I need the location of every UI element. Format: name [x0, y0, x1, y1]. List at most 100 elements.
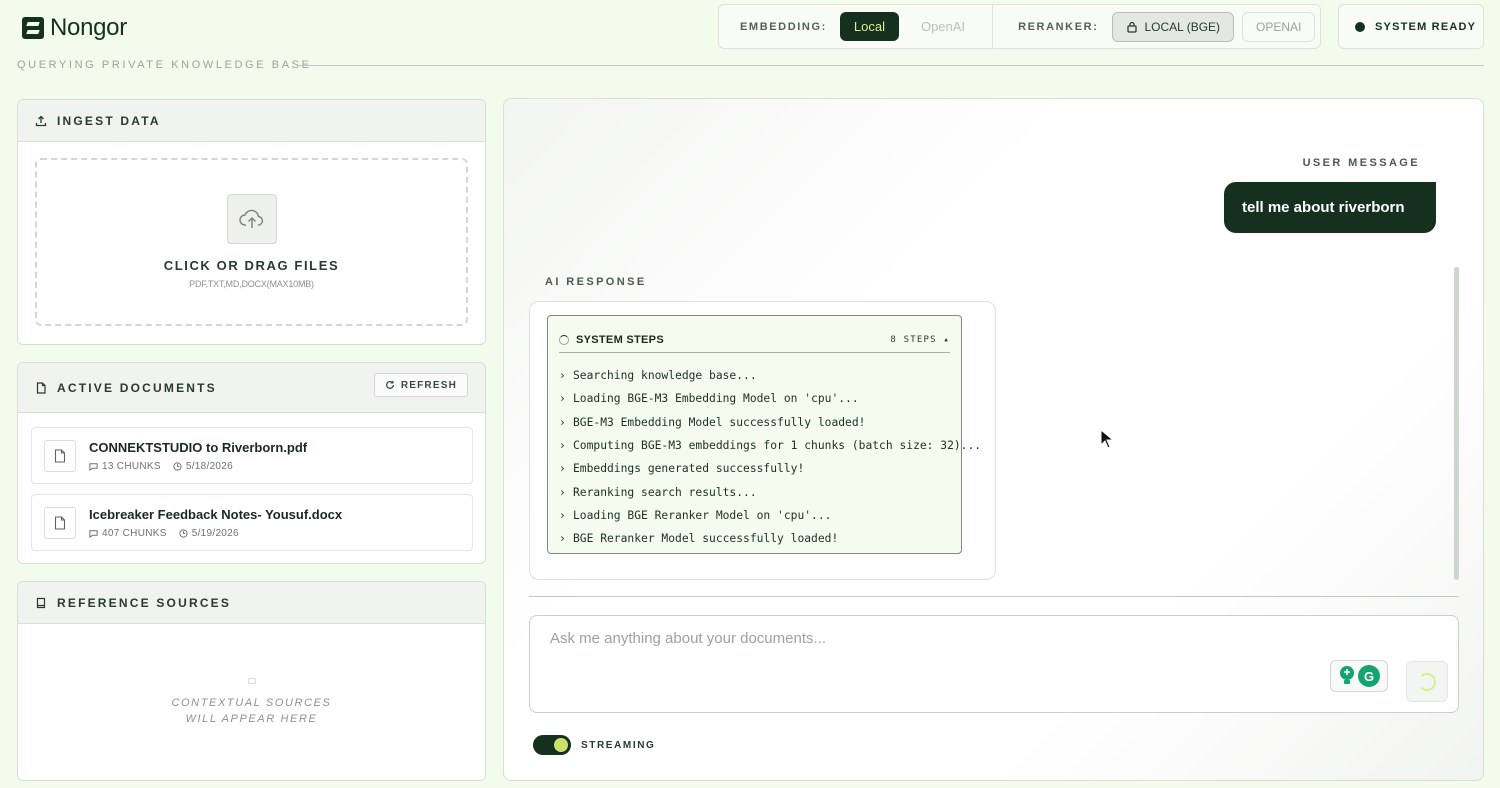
- logo-mark-icon: [22, 17, 44, 39]
- step-item: › BGE-M3 Embedding Model successfully loa…: [559, 411, 981, 434]
- chevron-right-icon: ›: [559, 532, 566, 546]
- chevron-right-icon: ›: [559, 369, 566, 383]
- document-name: CONNEKTSTUDIO to Riverborn.pdf: [89, 439, 308, 455]
- document-date: 5/18/2026: [185, 460, 234, 472]
- chat-input[interactable]: [550, 630, 1310, 647]
- references-header: REFERENCE SOURCES: [18, 582, 485, 624]
- embedding-local-button[interactable]: Local: [839, 12, 899, 41]
- embedding-label: Embedding:: [740, 20, 827, 33]
- step-text: Computing BGE-M3 embeddings for 1 chunks…: [573, 439, 982, 453]
- document-item[interactable]: Icebreaker Feedback Notes- Yousuf.docx 4…: [31, 494, 473, 551]
- chevron-right-icon: ›: [559, 462, 566, 476]
- document-chunks: 13 CHUNKS: [102, 460, 161, 472]
- refresh-label: REFRESH: [400, 379, 457, 391]
- embedding-openai-button[interactable]: OpenAI: [907, 12, 979, 41]
- book-icon: [36, 597, 46, 608]
- step-item: › Computing BGE-M3 embeddings for 1 chunk…: [559, 434, 981, 457]
- reranker-openai-button[interactable]: OPENAI: [1242, 11, 1316, 42]
- dropzone-title: CLICK OR DRAG FILES: [163, 258, 340, 273]
- chat-panel: USER MESSAGE tell me about riverborn AI …: [503, 98, 1484, 781]
- collapse-caret-icon: ▴: [943, 334, 950, 345]
- steps-count-text: 8 STEPS: [890, 334, 937, 345]
- refresh-button[interactable]: REFRESH: [373, 373, 468, 397]
- chat-scroll-thumb[interactable]: [1454, 267, 1459, 580]
- documents-panel: ACTIVE DOCUMENTS REFRESH CONNEKTSTUDIO t…: [17, 362, 486, 564]
- chevron-right-icon: ›: [559, 439, 566, 453]
- system-steps-panel[interactable]: SYSTEM STEPS 8 STEPS ▴ › Searching knowle…: [547, 315, 981, 554]
- document-file-icon: [44, 439, 76, 472]
- document-item[interactable]: CONNEKTSTUDIO to Riverborn.pdf 13 CHUNKS…: [31, 427, 473, 484]
- chunks-icon: [89, 462, 98, 471]
- dropzone-subtitle: PDF,TXT,MD,DOCX(MAX10MB): [189, 279, 314, 289]
- reranker-label: Reranker:: [1018, 20, 1099, 33]
- step-text: BGE-M3 Embedding Model successfully load…: [573, 415, 866, 429]
- header-divider: [298, 65, 1484, 66]
- file-dropzone[interactable]: CLICK OR DRAG FILES PDF,TXT,MD,DOCX(MAX1…: [35, 158, 468, 326]
- system-status: SYSTEM READY: [1338, 4, 1484, 49]
- system-steps-title: SYSTEM STEPS: [576, 333, 664, 346]
- chevron-right-icon: ›: [559, 415, 566, 429]
- user-message-bubble: tell me about riverborn: [1224, 182, 1436, 233]
- chat-scrollbar[interactable]: [1454, 267, 1459, 580]
- chunks-icon: [89, 529, 98, 538]
- step-text: BGE Reranker Model successfully loaded!: [573, 532, 839, 546]
- document-name: Icebreaker Feedback Notes- Yousuf.docx: [89, 506, 343, 522]
- step-text: Loading BGE Reranker Model on 'cpu'...: [573, 508, 832, 522]
- step-item: › Searching knowledge base...: [559, 364, 981, 387]
- mouse-cursor-icon: [1100, 429, 1114, 449]
- ingest-panel: INGEST DATA CLICK OR DRAG FILES PDF,TXT,…: [17, 99, 486, 345]
- system-steps-header[interactable]: SYSTEM STEPS 8 STEPS ▴: [559, 327, 950, 353]
- step-item: › Embeddings generated successfully!: [559, 457, 981, 480]
- step-text: Reranking search results...: [573, 485, 757, 499]
- loading-spinner-icon: [1418, 672, 1436, 691]
- bulb-icon: [1340, 666, 1354, 684]
- grammarly-badge[interactable]: G: [1330, 660, 1388, 692]
- references-empty-line1: CONTEXTUAL SOURCES: [171, 697, 332, 709]
- upload-button[interactable]: [226, 194, 277, 244]
- step-item: › BGE Reranker Model successfully loaded!: [559, 527, 981, 550]
- document-file-icon: [44, 506, 76, 539]
- chat-input-box[interactable]: G: [529, 615, 1459, 713]
- documents-header: ACTIVE DOCUMENTS REFRESH: [18, 363, 485, 413]
- document-date: 5/19/2026: [191, 527, 239, 539]
- step-text: Embeddings generated successfully!: [573, 462, 805, 476]
- reranker-local-label: LOCAL (BGE): [1144, 19, 1221, 34]
- config-divider: [992, 4, 994, 49]
- model-config-bar: Embedding: Local OpenAI Reranker: LOCAL …: [718, 4, 1321, 49]
- refresh-icon: [385, 380, 394, 389]
- steps-count[interactable]: 8 STEPS ▴: [890, 335, 950, 345]
- page-subtitle: Querying private knowledge base: [17, 59, 312, 71]
- clock-icon: [173, 461, 182, 471]
- clock-icon: [179, 528, 188, 538]
- lock-icon: [1127, 21, 1138, 33]
- cloud-upload-icon: [238, 209, 263, 228]
- upload-icon: [35, 115, 47, 126]
- app-name: Nongor: [50, 14, 127, 41]
- step-item: › Reranking search results...: [559, 480, 981, 503]
- chevron-right-icon: ›: [559, 485, 566, 499]
- document-chunks: 407 CHUNKS: [102, 527, 167, 539]
- ingest-title: INGEST DATA: [57, 113, 161, 128]
- streaming-label: STREAMING: [581, 740, 656, 751]
- ai-response-label: AI RESPONSE: [545, 276, 647, 288]
- step-text: Loading BGE-M3 Embedding Model on 'cpu'.…: [573, 392, 859, 406]
- step-item: › Loading BGE Reranker Model on 'cpu'...: [559, 504, 981, 527]
- step-item: › Loading BGE-M3 Embedding Model on 'cpu'…: [559, 387, 981, 410]
- chevron-right-icon: ›: [559, 392, 566, 406]
- file-icon: [36, 381, 46, 394]
- step-text: Searching knowledge base...: [573, 369, 757, 383]
- app-logo: Nongor: [22, 14, 127, 42]
- streaming-toggle[interactable]: [533, 735, 571, 755]
- references-title: REFERENCE SOURCES: [57, 595, 232, 610]
- chevron-right-icon: ›: [559, 508, 566, 522]
- chat-divider: [529, 596, 1459, 597]
- spinner-icon: [559, 334, 569, 345]
- book-icon: [247, 678, 256, 684]
- ingest-header: INGEST DATA: [18, 100, 485, 142]
- send-button[interactable]: [1406, 661, 1448, 702]
- status-text: SYSTEM READY: [1375, 20, 1477, 33]
- reranker-local-button[interactable]: LOCAL (BGE): [1112, 11, 1235, 42]
- references-empty-line2: WILL APPEAR HERE: [185, 713, 318, 725]
- grammarly-icon: G: [1358, 665, 1380, 687]
- steps-list: › Searching knowledge base... › Loading BG…: [559, 364, 981, 550]
